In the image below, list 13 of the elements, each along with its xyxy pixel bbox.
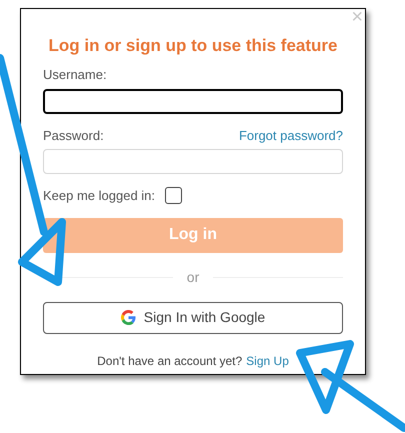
divider-text: or <box>186 268 200 286</box>
username-field[interactable] <box>43 88 343 114</box>
footer-text: Don't have an account yet? <box>97 352 242 370</box>
dialog-title: Log in or sign up to use this feature <box>47 35 338 57</box>
field-label: Username: <box>43 66 107 84</box>
remember-checkbox[interactable] <box>165 187 182 204</box>
google-signin-button[interactable]: Sign In with Google <box>43 302 343 334</box>
google-icon <box>120 310 136 325</box>
checkbox-label: Keep me logged in: <box>43 187 156 205</box>
password-field[interactable] <box>43 149 343 174</box>
forgot-password-link[interactable]: Forgot password? <box>238 126 343 145</box>
field-label: Password: <box>43 126 104 144</box>
sign-up-link[interactable]: Sign Up <box>246 352 289 370</box>
